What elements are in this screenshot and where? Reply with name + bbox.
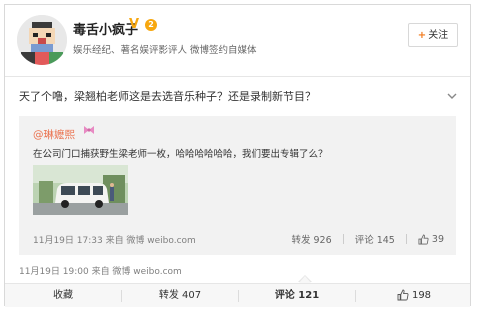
favorite-label: 收藏	[53, 290, 73, 301]
quoted-like[interactable]: 39	[418, 234, 444, 245]
comment-button[interactable]: 评论 121	[239, 284, 355, 307]
like-count: 198	[411, 290, 432, 301]
quoted-author[interactable]: @琳嬷熙	[33, 127, 75, 142]
avatar[interactable]	[17, 15, 67, 65]
chevron-down-icon[interactable]	[446, 87, 458, 99]
repost-button[interactable]: 转发 407	[122, 284, 238, 307]
quoted-comment[interactable]: 评论 145	[355, 232, 395, 246]
verified-v-icon: V	[129, 17, 140, 32]
quoted-text: 在公司门口捕获野生梁老师一枚，哈哈哈哈哈哈，我们要出专辑了么？	[33, 149, 328, 160]
plus-icon: +	[417, 30, 427, 41]
post-text: 天了个噜，梁翘柏老师这是去选音乐种子？还是录制新节目？	[19, 90, 316, 103]
action-bar: 收藏 转发 407 评论 121 198	[5, 283, 470, 307]
author-bio: 娱乐经纪、著名娱评影评人 微博签约自媒体	[73, 45, 257, 56]
like-button[interactable]: 198	[356, 284, 472, 307]
repost-label: 转发 407	[158, 290, 202, 301]
bow-icon	[83, 125, 95, 138]
quoted-meta: 11月19日 17:33 来自 微博 weibo.com	[33, 236, 196, 246]
comment-label: 评论 121	[274, 290, 320, 301]
weibo-post-card: 毒舌小疯子 V 2 娱乐经纪、著名娱评影评人 微博签约自媒体 + 关注 天了个噜，…	[4, 4, 471, 307]
quoted-like-count: 39	[431, 233, 444, 245]
header-divider	[5, 76, 470, 77]
follow-button[interactable]: + 关注	[408, 23, 458, 47]
quoted-actions: 转发 926 评论 145 39	[291, 232, 444, 247]
separator	[405, 234, 407, 244]
separator	[342, 234, 344, 244]
post-header: 毒舌小疯子 V 2 娱乐经纪、著名娱评影评人 微博签约自媒体 + 关注	[5, 5, 470, 76]
selected-tab-notch-fill	[299, 276, 311, 283]
level-badge: 2	[145, 19, 157, 31]
quoted-photo[interactable]	[33, 165, 128, 215]
quoted-post: @琳嬷熙 在公司门口捕获野生梁老师一枚，哈哈哈哈哈哈，我们要出专辑了么？ 11月…	[19, 116, 456, 255]
quoted-repost[interactable]: 转发 926	[291, 232, 331, 246]
post-meta: 11月19日 19:00 来自 微博 weibo.com	[19, 267, 182, 277]
follow-label: 关注	[428, 30, 449, 41]
thumbs-up-icon	[418, 233, 429, 244]
favorite-button[interactable]: 收藏	[5, 284, 121, 307]
thumbs-up-icon	[397, 289, 409, 301]
